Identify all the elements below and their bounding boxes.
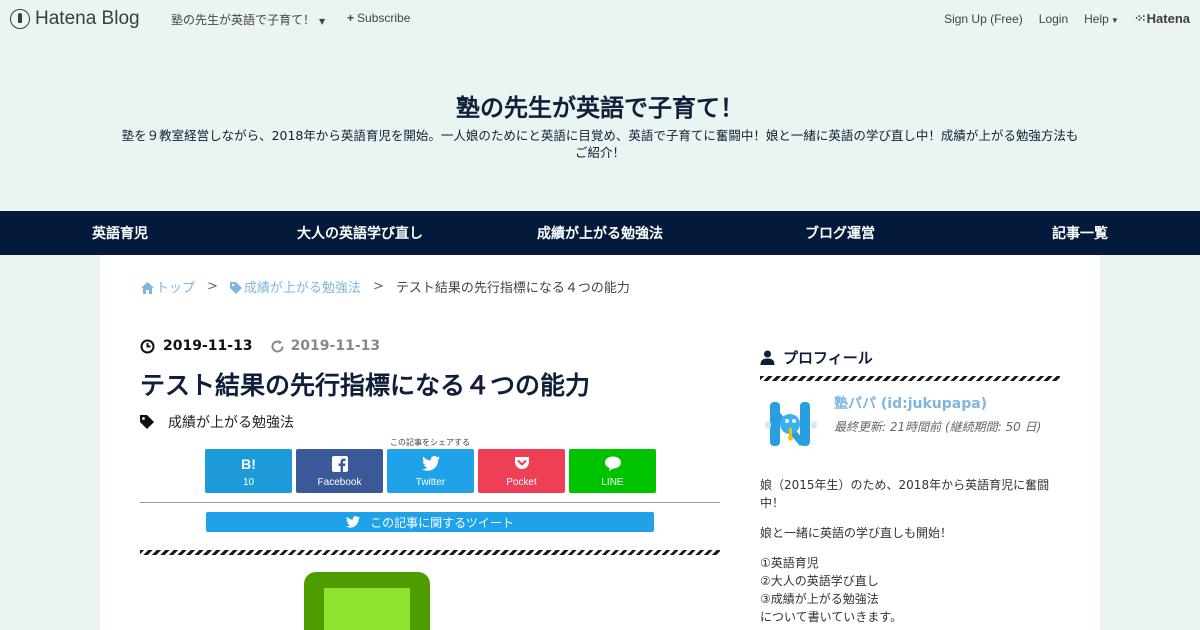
hatena-mark-icon: ⁖⁖: [1134, 13, 1146, 25]
tag-icon: [229, 282, 242, 294]
signup-link[interactable]: Sign Up (Free): [944, 12, 1023, 26]
plus-icon: +: [347, 11, 355, 25]
blog-title[interactable]: 塾の先生が英語で子育て！: [0, 88, 1200, 123]
global-header-right: Sign Up (Free) Login Help ▼ ⁖⁖ Hatena: [944, 11, 1190, 26]
global-nav: 英語育児 大人の英語学び直し 成績が上がる勉強法 ブログ運営 記事一覧: [0, 211, 1200, 255]
entry-date[interactable]: 2019-11-13: [163, 338, 253, 354]
entry-category-link[interactable]: 成績が上がる勉強法: [168, 412, 294, 432]
share-buttons: B! 10 Facebook Twitter Pocket LINE: [205, 449, 656, 493]
tag-icon: [140, 415, 154, 429]
hatena-blog-logo-icon: [10, 9, 30, 29]
avatar[interactable]: [760, 392, 824, 456]
hatena-logo[interactable]: ⁖⁖ Hatena: [1135, 11, 1190, 26]
caret-down-icon: ▼: [1110, 15, 1119, 25]
twitter-share-button[interactable]: Twitter: [387, 449, 474, 493]
subscribe-button[interactable]: + Subscribe: [347, 11, 410, 25]
home-icon: [141, 282, 154, 294]
pocket-icon: [514, 455, 530, 473]
global-header: Hatena Blog 塾の先生が英語で子育て！ ▼ + Subscribe Sig…: [0, 0, 1200, 36]
entry-dates: 2019-11-13 2019-11-13: [140, 338, 380, 354]
list-item: ②大人の英語学び直し: [760, 574, 879, 588]
share-caption: この記事をシェアする: [390, 438, 470, 447]
hatena-bookmark-button[interactable]: B! 10: [205, 449, 292, 493]
blog-menu[interactable]: 塾の先生が英語で子育て！ ▼: [171, 11, 325, 28]
breadcrumb-top-link[interactable]: トップ: [141, 277, 195, 296]
twitter-icon: [346, 516, 361, 528]
nav-item-blog-unei[interactable]: ブログ運営: [805, 223, 875, 243]
nav-item-kiji-ichiran[interactable]: 記事一覧: [1052, 223, 1108, 243]
hatena-bookmark-count: 10: [242, 476, 255, 488]
facebook-share-button[interactable]: Facebook: [296, 449, 383, 493]
help-menu[interactable]: Help ▼: [1084, 12, 1119, 26]
divider: [140, 502, 720, 503]
blog-description: 塾を９教室経営しながら、2018年から英語育児を開始。一人娘のためにと英語に目覚…: [121, 128, 1079, 160]
hatena-blog-logo[interactable]: Hatena Blog: [10, 8, 140, 30]
list-item: ①英語育児: [760, 556, 819, 570]
profile-bio-1: 娘（2015年生）のため、2018年から英語育児に奮闘 中！: [760, 478, 1050, 510]
stripe-divider: [140, 550, 720, 555]
clock-icon: [140, 339, 155, 353]
related-tweets-button[interactable]: この記事に関するツイート: [206, 512, 654, 532]
breadcrumb-current: テスト結果の先行指標になる４つの能力: [395, 281, 630, 296]
profile-topic-list: ①英語育児 ②大人の英語学び直し ③成績が上がる勉強法 について書いていきます。: [760, 554, 1060, 626]
pocket-share-button[interactable]: Pocket: [478, 449, 565, 493]
facebook-icon: [331, 455, 348, 473]
entry-updated-date: 2019-11-13: [290, 338, 381, 354]
profile-name-link[interactable]: 塾パパ (id:jukupapa): [834, 393, 987, 413]
entry-category: 成績が上がる勉強法: [140, 412, 294, 432]
entry-title[interactable]: テスト結果の先行指標になる４つの能力: [140, 366, 590, 402]
profile-heading: プロフィール: [760, 347, 873, 368]
nav-item-otona-eigo[interactable]: 大人の英語学び直し: [297, 223, 423, 243]
breadcrumb-category-link[interactable]: 成績が上がる勉強法: [229, 277, 361, 296]
stripe-divider: [760, 376, 1060, 381]
list-item: ③成績が上がる勉強法: [760, 592, 879, 606]
hatena-bookmark-icon: B!: [241, 455, 256, 472]
profile-updated: 最終更新: 21時間前 (継続期間: 50 日): [834, 420, 1042, 434]
line-icon: [604, 455, 622, 473]
twitter-icon: [421, 455, 440, 473]
list-item: について書いていきます。: [760, 610, 903, 624]
profile-bio-2: 娘と一緒に英語の学び直しも開始！: [760, 526, 953, 540]
refresh-icon: [271, 339, 284, 352]
nav-item-eigo-ikuji[interactable]: 英語育児: [92, 223, 148, 243]
user-icon: [760, 350, 775, 365]
nav-item-benkyouhou[interactable]: 成績が上がる勉強法: [537, 223, 663, 243]
breadcrumb: トップ > 成績が上がる勉強法 > テスト結果の先行指標になる４つの能力: [141, 277, 630, 296]
article-image-inner: [324, 588, 410, 630]
line-share-button[interactable]: LINE: [569, 449, 656, 493]
login-link[interactable]: Login: [1039, 12, 1068, 26]
caret-down-icon: ▼: [319, 17, 326, 26]
